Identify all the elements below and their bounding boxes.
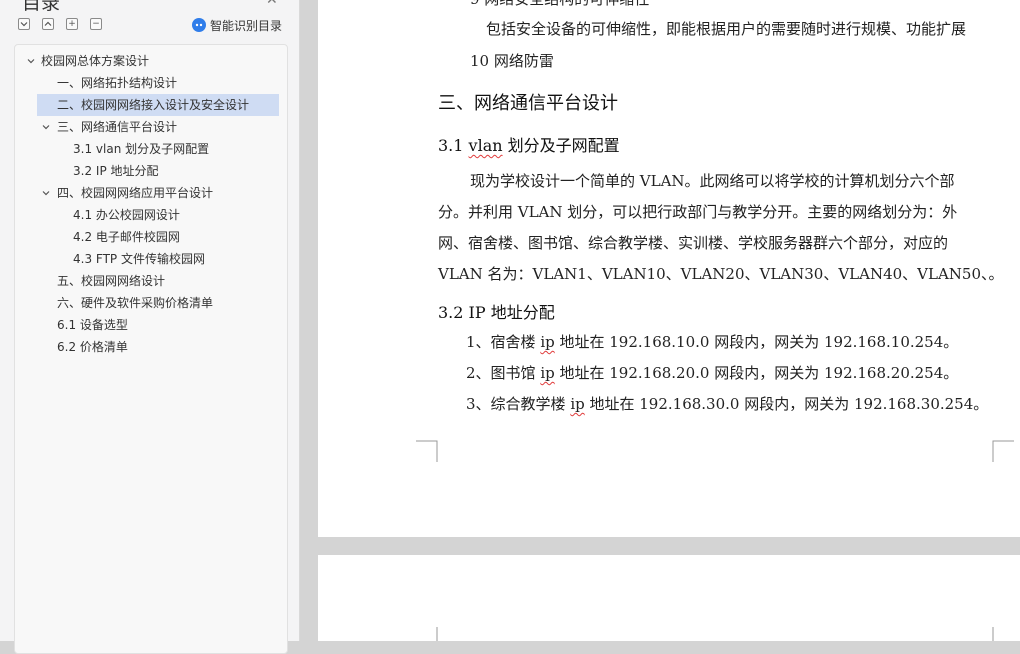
doc-paragraph-line: 现为学校设计一个简单的 VLAN。此网络可以将学校的计算机划分六个部 [470, 172, 955, 190]
toc-item-label: 3.2 IP 地址分配 [73, 164, 159, 178]
spellcheck-word: ip [540, 364, 555, 382]
ip-item-prefix: 1、宿舍楼 [466, 333, 541, 351]
toc-item-office[interactable]: 4.1 办公校园网设计 [73, 204, 180, 226]
toc-item-email[interactable]: 4.2 电子邮件校园网 [73, 226, 180, 248]
smart-toc-label: 智能识别目录 [210, 18, 283, 33]
ip-item-prefix: 2、图书馆 [466, 364, 541, 382]
toc-item-label: 四、校园网网络应用平台设计 [57, 186, 214, 200]
doc-heading-3-2: 3.2 IP 地址分配 [438, 303, 555, 322]
margin-corner-mark [992, 440, 1014, 462]
toc-item-procurement[interactable]: 六、硬件及软件采购价格清单 [57, 292, 213, 314]
heading-rest: 划分及子网配置 [502, 136, 620, 155]
toc-item-ftp[interactable]: 4.3 FTP 文件传输校园网 [73, 248, 205, 270]
toc-item-vlan[interactable]: 3.1 vlan 划分及子网配置 [73, 138, 209, 160]
doc-list-item: 10 网络防雷 [470, 52, 554, 70]
toc-sidebar: 目录 ✕ + − 智能识别目录 校园网总体方案设计 一、网络拓扑结构设计 二、校… [0, 0, 300, 654]
doc-ip-item: 2、图书馆 ip 地址在 192.168.20.0 网段内，网关为 192.16… [466, 362, 958, 383]
collapse-all-icon[interactable] [18, 18, 30, 30]
margin-corner-mark [436, 627, 438, 641]
chevron-down-icon[interactable] [41, 122, 51, 132]
toc-item-label: 二、校园网网络接入设计及安全设计 [57, 98, 250, 112]
toc-item-label: 6.1 设备选型 [57, 318, 128, 332]
chevron-down-icon[interactable] [26, 56, 36, 66]
doc-paragraph-line: 网、宿舍楼、图书馆、综合教学楼、实训楼、学校服务器群六个部分，对应的 [438, 234, 949, 252]
spellcheck-word: ip [570, 395, 585, 413]
doc-line-9: 9 网络安全结构的可伸缩性 [470, 0, 649, 9]
toc-item-access-security[interactable]: 二、校园网网络接入设计及安全设计 [37, 94, 279, 116]
smart-toc-button[interactable]: 智能识别目录 [192, 17, 282, 33]
doc-heading-section-3: 三、网络通信平台设计 [438, 93, 618, 114]
toc-item-label: 校园网总体方案设计 [41, 54, 150, 68]
toc-item-comm-platform[interactable]: 三、网络通信平台设计 [40, 116, 177, 138]
toc-item-label: 4.3 FTP 文件传输校园网 [73, 252, 205, 266]
toc-item-app-platform[interactable]: 四、校园网网络应用平台设计 [40, 182, 213, 204]
doc-paragraph: 包括安全设备的可伸缩性，即能根据用户的需要随时进行规模、功能扩展 [486, 20, 967, 38]
toc-item-label: 4.2 电子邮件校园网 [73, 230, 180, 244]
doc-paragraph-line: 分。并利用 VLAN 划分，可以把行政部门与教学分开。主要的网络划分为：外 [438, 203, 958, 221]
toc-item-label: 一、网络拓扑结构设计 [57, 76, 178, 90]
margin-corner-mark [416, 440, 438, 462]
heading-prefix: 3.1 [438, 136, 469, 155]
toc-item-network-design[interactable]: 五、校园网网络设计 [57, 270, 165, 292]
toc-item-topology[interactable]: 一、网络拓扑结构设计 [57, 72, 177, 94]
toc-item-label: 三、网络通信平台设计 [57, 120, 178, 134]
expand-up-icon[interactable] [42, 18, 54, 30]
toc-item-device-selection[interactable]: 6.1 设备选型 [57, 314, 128, 336]
toc-item-ip[interactable]: 3.2 IP 地址分配 [73, 160, 159, 182]
doc-paragraph-line: VLAN 名为：VLAN1、VLAN10、VLAN20、VLAN30、VLAN4… [438, 265, 1004, 283]
spellcheck-word: ip [540, 333, 555, 351]
sidebar-title: 目录 [22, 0, 61, 14]
ip-item-prefix: 3、综合教学楼 [466, 395, 571, 413]
toc-item-label: 五、校园网网络设计 [57, 274, 166, 288]
ai-cloud-icon [192, 18, 206, 32]
ip-item-rest: 地址在 192.168.10.0 网段内，网关为 192.168.10.254。 [554, 333, 959, 351]
spellcheck-word: vlan [468, 136, 503, 155]
margin-corner-mark [992, 627, 994, 641]
toc-item-label: 4.1 办公校园网设计 [73, 208, 180, 222]
toc-item-price-list[interactable]: 6.2 价格清单 [57, 336, 128, 358]
document-page-next[interactable] [318, 555, 1020, 641]
add-level-icon[interactable]: + [66, 18, 78, 30]
remove-level-icon[interactable]: − [90, 18, 102, 30]
toc-item-label: 6.2 价格清单 [57, 340, 128, 354]
doc-heading-3-1: 3.1 vlan 划分及子网配置 [438, 132, 620, 156]
toc-item-label: 3.1 vlan 划分及子网配置 [73, 142, 210, 156]
toc-item-label: 六、硬件及软件采购价格清单 [57, 296, 214, 310]
document-page[interactable]: 9 网络安全结构的可伸缩性 包括安全设备的可伸缩性，即能根据用户的需要随时进行规… [318, 0, 1020, 537]
toc-item-campus-network[interactable]: 校园网总体方案设计 [24, 50, 149, 72]
ip-item-rest: 地址在 192.168.30.0 网段内，网关为 192.168.30.254。 [584, 395, 989, 413]
chevron-down-icon[interactable] [41, 188, 51, 198]
close-icon[interactable]: ✕ [266, 0, 278, 8]
doc-ip-item: 3、综合教学楼 ip 地址在 192.168.30.0 网段内，网关为 192.… [466, 393, 988, 414]
document-canvas[interactable]: 9 网络安全结构的可伸缩性 包括安全设备的可伸缩性，即能根据用户的需要随时进行规… [300, 0, 1020, 641]
doc-ip-item: 1、宿舍楼 ip 地址在 192.168.10.0 网段内，网关为 192.16… [466, 331, 958, 352]
ip-item-rest: 地址在 192.168.20.0 网段内，网关为 192.168.20.254。 [554, 364, 959, 382]
